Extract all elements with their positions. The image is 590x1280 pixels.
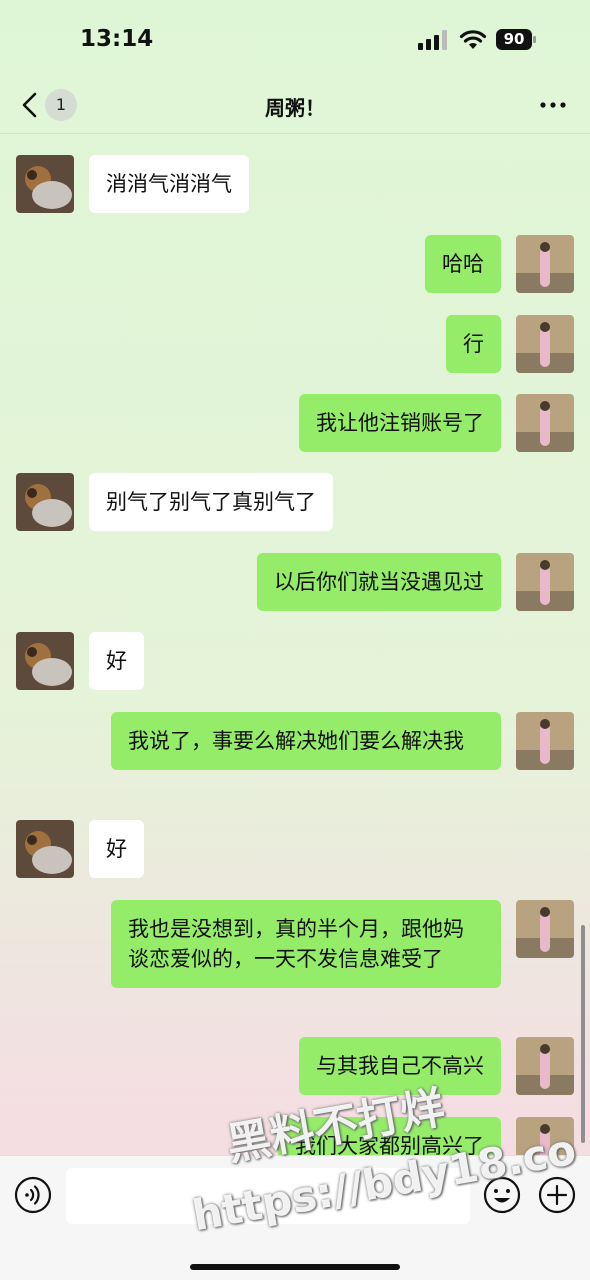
message-bubble[interactable]: 消消气消消气 [89, 155, 249, 213]
my-avatar[interactable] [516, 712, 574, 770]
message-bubble[interactable]: 我让他注销账号了 [299, 394, 501, 452]
voice-icon[interactable] [14, 1176, 52, 1214]
my-avatar-image [516, 553, 574, 611]
chat-header: 1 周粥！ [0, 80, 590, 134]
my-avatar[interactable] [516, 315, 574, 373]
contact-avatar[interactable] [16, 632, 74, 690]
my-avatar-image [516, 394, 574, 452]
plus-icon[interactable] [538, 1176, 576, 1214]
message-input[interactable] [66, 1168, 470, 1224]
my-avatar-image [516, 1117, 574, 1155]
my-avatar[interactable] [516, 1117, 574, 1155]
chat-title: 周粥！ [265, 96, 325, 120]
emoji-icon[interactable] [483, 1176, 521, 1214]
more-dots-icon[interactable] [538, 90, 568, 120]
cellular-signal-icon [418, 30, 447, 50]
my-avatar-image [516, 1037, 574, 1095]
battery-indicator: 90 [496, 29, 536, 50]
message-bubble[interactable]: 行 [446, 315, 501, 373]
message-list[interactable]: 消消气消消气 哈哈 行 我让他注销账号了 别气了别气了真别气了 以后你们就当没遇… [0, 135, 590, 1155]
message-bubble[interactable]: 以后你们就当没遇见过 [257, 553, 501, 611]
my-avatar[interactable] [516, 900, 574, 958]
my-avatar-image [516, 235, 574, 293]
status-time: 13:14 [80, 26, 154, 52]
battery-level: 90 [496, 29, 532, 50]
my-avatar-image [516, 712, 574, 770]
status-bar: 13:14 90 [0, 0, 590, 80]
contact-avatar-image [16, 632, 74, 690]
contact-avatar[interactable] [16, 155, 74, 213]
contact-avatar-image [16, 155, 74, 213]
message-bubble[interactable]: 好 [89, 632, 144, 690]
contact-avatar[interactable] [16, 820, 74, 878]
my-avatar[interactable] [516, 553, 574, 611]
contact-avatar[interactable] [16, 473, 74, 531]
message-bubble[interactable]: 我们大家都别高兴了 [278, 1117, 501, 1155]
message-bubble[interactable]: 别气了别气了真别气了 [89, 473, 333, 531]
message-bubble[interactable]: 我说了，事要么解决她们要么解决我 [111, 712, 501, 770]
my-avatar[interactable] [516, 394, 574, 452]
my-avatar[interactable] [516, 1037, 574, 1095]
message-bubble[interactable]: 好 [89, 820, 144, 878]
contact-avatar-image [16, 820, 74, 878]
input-bar [0, 1155, 590, 1280]
home-indicator [190, 1264, 400, 1270]
my-avatar[interactable] [516, 235, 574, 293]
battery-nub [533, 36, 536, 43]
my-avatar-image [516, 900, 574, 958]
wifi-icon [459, 30, 487, 49]
my-avatar-image [516, 315, 574, 373]
message-bubble[interactable]: 与其我自己不高兴 [299, 1037, 501, 1095]
message-bubble[interactable]: 哈哈 [425, 235, 501, 293]
message-bubble[interactable]: 我也是没想到，真的半个月，跟他妈谈恋爱似的，一天不发信息难受了 [111, 900, 501, 988]
contact-avatar-image [16, 473, 74, 531]
scrollbar[interactable] [581, 925, 585, 1143]
